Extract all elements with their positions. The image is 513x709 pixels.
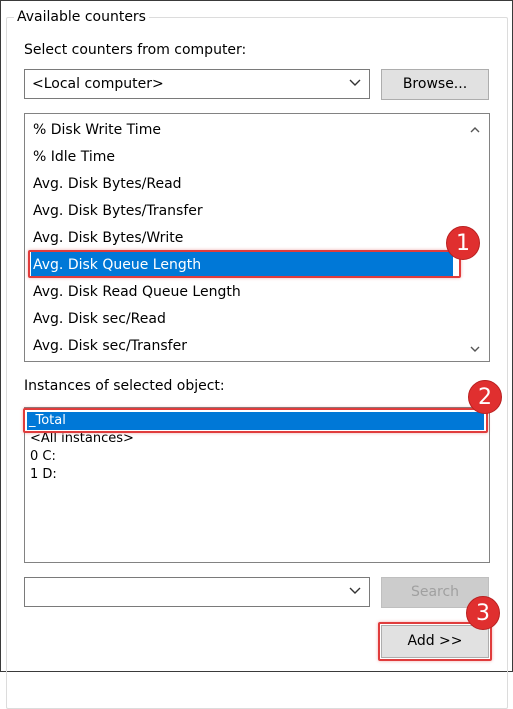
search-select[interactable]: [24, 577, 370, 607]
counter-item[interactable]: % Disk Write Time: [33, 117, 161, 143]
counters-list[interactable]: % Disk Write Time % Idle Time Avg. Disk …: [24, 113, 490, 362]
chevron-down-icon: [349, 587, 361, 594]
browse-button[interactable]: Browse...: [381, 69, 489, 100]
group-title: Available counters: [14, 9, 149, 25]
counter-item[interactable]: Avg. Disk Read Queue Length: [33, 279, 241, 305]
callout-badge-1: 1: [446, 226, 480, 260]
instances-label: Instances of selected object:: [24, 378, 225, 394]
counter-highlight: [28, 250, 461, 278]
instance-item[interactable]: 1 D:: [30, 466, 57, 484]
callout-badge-2: 2: [468, 380, 502, 414]
callout-badge-3: 3: [466, 596, 500, 630]
instance-highlight: [23, 408, 488, 433]
scroll-down-icon[interactable]: [468, 342, 482, 356]
counter-item[interactable]: Avg. Disk sec/Transfer: [33, 333, 187, 359]
scroll-up-icon[interactable]: [468, 123, 482, 137]
chevron-down-icon: [349, 79, 361, 86]
counter-item[interactable]: Avg. Disk sec/Read: [33, 306, 166, 332]
counter-item[interactable]: Avg. Disk Bytes/Transfer: [33, 198, 203, 224]
counter-item[interactable]: Avg. Disk Bytes/Write: [33, 225, 183, 251]
counter-item[interactable]: Avg. Disk Bytes/Read: [33, 171, 182, 197]
counter-item[interactable]: % Idle Time: [33, 144, 115, 170]
computer-select-value: <Local computer>: [32, 76, 164, 92]
computer-label: Select counters from computer:: [24, 42, 247, 58]
computer-select[interactable]: <Local computer>: [24, 69, 370, 99]
instance-item[interactable]: 0 C:: [30, 448, 56, 466]
